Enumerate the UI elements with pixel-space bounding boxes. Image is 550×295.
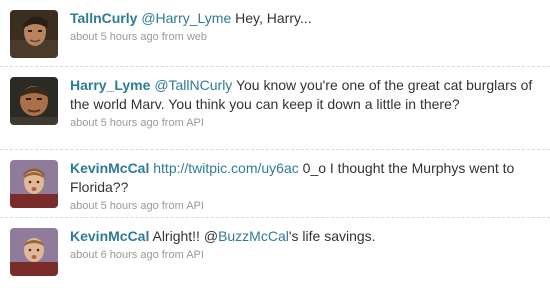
tweet-item: KevinMcCal http://twitpic.com/uy6ac 0_o … xyxy=(0,150,550,218)
tweet-meta: about 6 hours ago from API xyxy=(70,248,540,263)
tweet-source: API xyxy=(186,249,204,261)
tweet-meta: about 5 hours ago from API xyxy=(70,199,540,214)
tweet-source: API xyxy=(186,200,204,212)
tweet-screen-name[interactable]: TallnCurly xyxy=(70,10,137,26)
tweet-screen-name[interactable]: KevinMcCal xyxy=(70,160,149,176)
tweet-timestamp-link[interactable]: about 5 hours ago xyxy=(70,117,159,129)
tweet-content: KevinMcCal http://twitpic.com/uy6ac 0_o … xyxy=(70,159,540,214)
tweet-meta: about 5 hours ago from API xyxy=(70,116,540,131)
tweet-content: Harry_Lyme @TallNCurly You know you're o… xyxy=(70,76,540,131)
tweet-content: TallnCurly @Harry_Lyme Hey, Harry... abo… xyxy=(70,9,540,45)
avatar-marv-icon[interactable] xyxy=(10,10,58,58)
tweet-mention-link[interactable]: BuzzMcCal xyxy=(218,228,289,244)
tweet-screen-name[interactable]: KevinMcCal xyxy=(70,228,149,244)
tweet-source: API xyxy=(186,117,204,129)
tweet-item: TallnCurly @Harry_Lyme Hey, Harry... abo… xyxy=(0,0,550,67)
tweet-timeline: TallnCurly @Harry_Lyme Hey, Harry... abo… xyxy=(0,0,550,289)
tweet-item: KevinMcCal Alright!! @BuzzMcCal's life s… xyxy=(0,218,550,289)
tweet-from-label: from xyxy=(161,200,184,212)
tweet-timestamp-link[interactable]: about 6 hours ago xyxy=(70,249,159,261)
tweet-source: web xyxy=(186,31,207,43)
tweet-screen-name[interactable]: Harry_Lyme xyxy=(70,77,150,93)
tweet-text: Hey, Harry... xyxy=(231,10,312,26)
tweet-content: KevinMcCal Alright!! @BuzzMcCal's life s… xyxy=(70,227,540,263)
avatar-kevin-icon[interactable] xyxy=(10,228,58,276)
tweet-timestamp-link[interactable]: about 5 hours ago xyxy=(70,200,159,212)
tweet-text: 's life savings. xyxy=(288,228,376,244)
tweet-timestamp-link[interactable]: about 5 hours ago xyxy=(70,31,159,43)
tweet-text: Alright!! @ xyxy=(152,228,219,244)
tweet-meta: about 5 hours ago from web xyxy=(70,30,540,45)
avatar-kevin-icon[interactable] xyxy=(10,160,58,208)
tweet-url-link[interactable]: http://twitpic.com/uy6ac xyxy=(153,160,299,176)
tweet-mention-link[interactable]: @Harry_Lyme xyxy=(141,10,231,26)
tweet-from-label: from xyxy=(161,117,184,129)
tweet-item: Harry_Lyme @TallNCurly You know you're o… xyxy=(0,67,550,150)
tweet-mention-link[interactable]: @TallNCurly xyxy=(154,77,232,93)
tweet-from-label: from xyxy=(161,31,184,43)
tweet-from-label: from xyxy=(161,249,184,261)
avatar-harry-icon[interactable] xyxy=(10,77,58,125)
